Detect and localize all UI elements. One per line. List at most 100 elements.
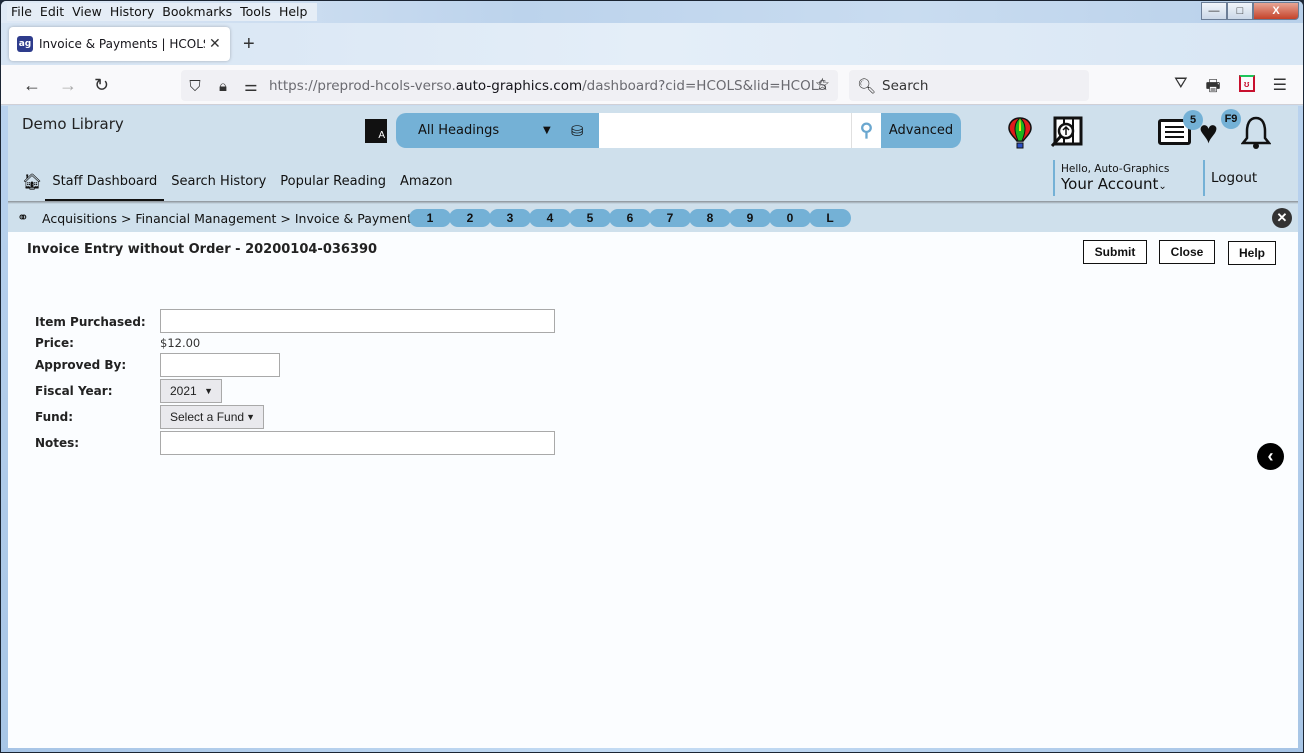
fiscal-year-value: 2021 [170,384,197,398]
film-search-icon[interactable] [1049,116,1083,150]
toolbar-icons: ⛛ 🖶 ʊ ☰ [1174,75,1287,102]
notes-label: Notes: [35,436,80,450]
translate-icon[interactable]: A [365,119,387,143]
pill-3[interactable]: 3 [489,209,531,227]
help-button[interactable]: Help [1228,241,1276,265]
pill-8[interactable]: 8 [689,209,731,227]
account-menu[interactable]: Hello, Auto-Graphics Your Account⌄ [1053,160,1169,196]
lock-icon[interactable]: 🔒︎ [209,77,237,95]
approved-by-input[interactable] [160,353,280,377]
chevron-down-icon: ▼ [204,386,213,396]
library-name: Demo Library [22,115,124,133]
nav-amazon[interactable]: Amazon [400,174,453,189]
greeting-text: Hello, Auto-Graphics [1061,163,1170,175]
tab-close-icon[interactable]: ✕ [209,36,221,52]
new-tab-icon[interactable]: + [243,33,255,56]
breadcrumb: Acquisitions > Financial Management > In… [42,211,419,226]
fiscal-year-select[interactable]: 2021 ▼ [160,379,222,403]
pill-0[interactable]: 0 [769,209,811,227]
pill-2[interactable]: 2 [449,209,491,227]
list-icon[interactable]: 5 [1158,110,1203,145]
chevron-down-icon: ▼ [246,412,255,422]
window-frame-bottom [1,748,1303,752]
pill-6[interactable]: 6 [609,209,651,227]
approved-by-label: Approved By: [35,358,127,372]
forward-arrow-icon[interactable]: → [59,75,77,96]
notes-input[interactable] [160,431,555,455]
search-icon[interactable]: ⚲ [851,113,881,148]
chevron-down-icon: ⌄ [1158,181,1167,192]
price-value: $12.00 [160,336,201,350]
browser-tab[interactable]: ag Invoice & Payments | HCOLS | h ✕ [9,27,230,61]
url-bar[interactable]: ⛉ 🔒︎ ⚌ https://preprod-hcols-verso.auto-… [181,70,838,101]
notification-bell-icon[interactable] [1241,116,1271,150]
logout-link[interactable]: Logout [1203,160,1257,196]
print-icon[interactable]: 🖶 [1206,75,1221,102]
form-title: Invoice Entry without Order - 20200104-0… [27,242,378,257]
browser-search-bar[interactable]: 🔍︎ Search [849,70,1089,101]
tab-strip: ag Invoice & Payments | HCOLS | h ✕ + [1,23,1303,65]
menu-view[interactable]: View [68,3,106,21]
main-nav: 🏠︎ Staff Dashboard Search History Popula… [22,172,467,202]
hot-air-balloon-icon[interactable] [1008,117,1032,149]
close-circle-icon[interactable]: ✕ [1272,208,1292,228]
fund-value: Select a Fund [170,410,245,424]
nav-popular-reading[interactable]: Popular Reading [280,174,386,189]
menu-bar: File Edit View History Bookmarks Tools H… [7,3,318,21]
catalog-search: All Headings ▼ ⛁ ⚲ Advanced [396,113,961,148]
nav-staff-dashboard[interactable]: Staff Dashboard [45,174,165,202]
back-arrow-icon[interactable]: ← [23,75,41,96]
quick-access-pills: 1 2 3 4 5 6 7 8 9 0 L [409,209,851,227]
pill-9[interactable]: 9 [729,209,771,227]
close-button[interactable]: Close [1159,240,1215,264]
shield-icon[interactable]: ⛉ [181,77,209,95]
item-purchased-label: Item Purchased: [35,315,146,329]
search-icon: 🔍︎ [857,76,877,95]
item-purchased-input[interactable] [160,309,555,333]
extension-icon[interactable]: ʊ [1238,75,1255,92]
menu-edit[interactable]: Edit [36,3,68,21]
site-header: Demo Library A All Headings ▼ ⛁ ⚲ Advanc… [8,106,1298,202]
menu-tools[interactable]: Tools [236,3,275,21]
nav-search-history[interactable]: Search History [171,174,266,189]
fund-label: Fund: [35,410,74,424]
invoice-form-panel: Invoice Entry without Order - 20200104-0… [8,232,1298,748]
url-text[interactable]: https://preprod-hcols-verso.auto-graphic… [269,78,827,94]
permissions-icon[interactable]: ⚌ [237,77,265,95]
tab-title: Invoice & Payments | HCOLS | h [39,37,205,51]
pocket-icon[interactable]: ⛛ [1174,75,1187,102]
browser-window: File Edit View History Bookmarks Tools H… [0,0,1304,753]
pill-1[interactable]: 1 [409,209,451,227]
window-frame-left [1,106,8,752]
favorites-badge: F9 [1221,109,1241,129]
database-icon[interactable]: ⛁ [571,122,584,140]
menu-bookmarks[interactable]: Bookmarks [158,3,236,21]
menu-file[interactable]: File [7,3,36,21]
window-close-button[interactable]: X [1253,2,1299,20]
submit-button[interactable]: Submit [1083,240,1147,264]
link-icon: ⚭ [17,209,29,225]
pill-4[interactable]: 4 [529,209,571,227]
title-bar: File Edit View History Bookmarks Tools H… [1,1,1303,23]
collapse-panel-chevron-left-icon[interactable]: ‹ [1257,443,1284,470]
price-label: Price: [35,336,74,350]
favorites-heart-icon[interactable]: ♥ [1199,116,1218,148]
hamburger-menu-icon[interactable]: ☰ [1273,75,1287,102]
catalog-search-input[interactable] [599,113,881,148]
search-placeholder: Search [882,77,929,94]
pill-l[interactable]: L [809,209,851,227]
maximize-button[interactable]: □ [1227,2,1253,20]
heading-select[interactable]: All Headings ▼ ⛁ [396,113,599,148]
minimize-button[interactable]: — [1201,2,1227,20]
reload-icon[interactable]: ↻ [94,75,109,96]
advanced-search-button[interactable]: Advanced [881,113,961,148]
pill-7[interactable]: 7 [649,209,691,227]
menu-help[interactable]: Help [275,3,312,21]
heading-select-value: All Headings [418,123,500,138]
home-icon[interactable]: 🏠︎ [22,172,42,191]
menu-history[interactable]: History [106,3,158,21]
your-account-link[interactable]: Your Account [1061,175,1158,193]
fund-select[interactable]: Select a Fund ▼ [160,405,264,429]
bookmark-star-icon[interactable]: ☆ [815,75,830,95]
pill-5[interactable]: 5 [569,209,611,227]
